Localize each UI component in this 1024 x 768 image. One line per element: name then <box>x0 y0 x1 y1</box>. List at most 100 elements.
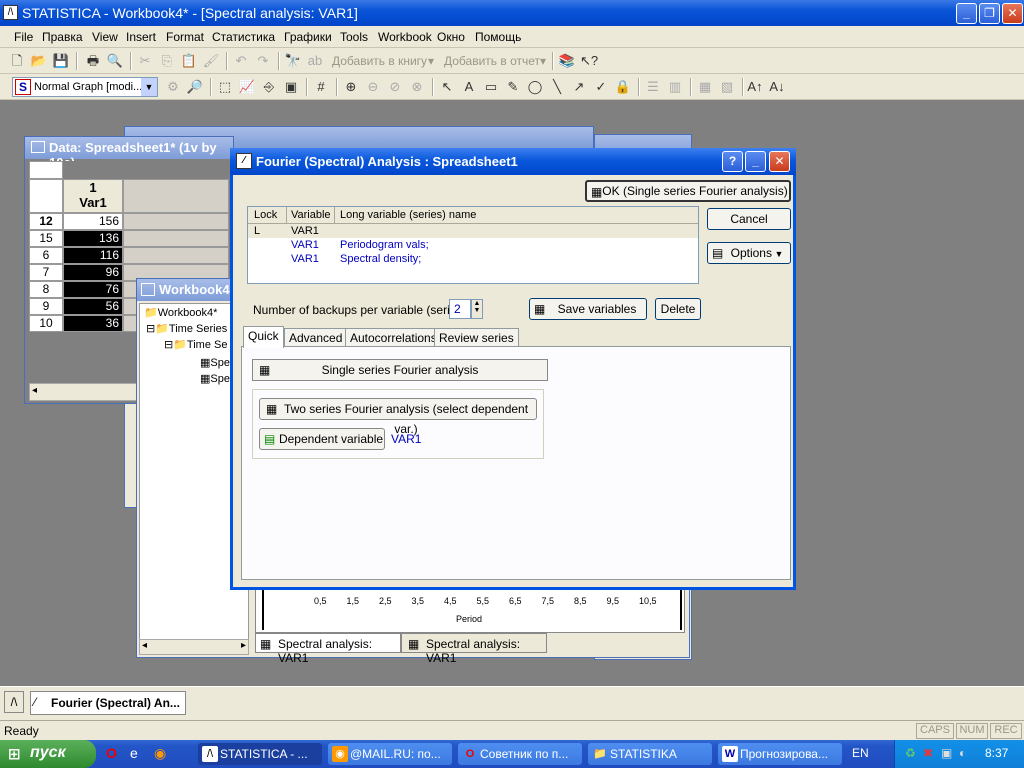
task-folder[interactable]: 📁 STATISTIKA <box>588 743 712 765</box>
task-opera[interactable]: O Советник по п... <box>458 743 582 765</box>
row-header[interactable]: 12 <box>29 213 63 230</box>
list-item[interactable]: VAR1 Periodogram vals; <box>248 238 698 252</box>
pointer-icon[interactable]: ↖ <box>438 78 456 96</box>
statistica-app-icon[interactable]: /\ <box>3 5 18 20</box>
tree-node-time-series[interactable]: ⊟📁Time Series <box>146 322 227 335</box>
two-series-button[interactable]: ▦ Two series Fourier analysis (select dep… <box>259 398 537 436</box>
task-word[interactable]: W Прогнозирова... <box>718 743 842 765</box>
book-icon[interactable]: 📚 <box>558 52 576 70</box>
list-item[interactable]: L VAR1 <box>248 224 698 238</box>
dialog-minimize-button[interactable]: _ <box>745 151 766 172</box>
row-header[interactable]: 7 <box>29 264 63 281</box>
cell-value[interactable]: 136 <box>63 230 123 247</box>
zoom-reset-icon[interactable]: ⊘ <box>386 78 404 96</box>
add-to-workbook-button[interactable]: Добавить в книгу <box>332 54 427 68</box>
text-tool-icon[interactable]: A <box>460 78 478 96</box>
variables-list[interactable]: Lock Variable Long variable (series) nam… <box>247 206 699 284</box>
save-icon[interactable]: 💾 <box>52 52 70 70</box>
find-icon[interactable]: 🔭 <box>284 52 302 70</box>
menu-insert[interactable]: Insert <box>126 30 156 44</box>
cell-value[interactable]: 76 <box>63 281 123 298</box>
menu-tools[interactable]: Tools <box>340 30 368 44</box>
task-statistica[interactable]: /\ STATISTICA - ... <box>198 743 322 765</box>
single-series-button[interactable]: ▦ Single series Fourier analysis <box>252 359 548 381</box>
explorer-icon[interactable]: e <box>130 745 138 761</box>
ungroup-icon[interactable]: ▧ <box>718 78 736 96</box>
font-smaller-icon[interactable]: A↓ <box>768 78 786 96</box>
cell-value[interactable]: 56 <box>63 298 123 315</box>
cell-value[interactable]: 116 <box>63 247 123 264</box>
tray-icon-2[interactable]: ✖ <box>923 746 933 760</box>
arrow-tool-icon[interactable]: ↗ <box>570 78 588 96</box>
start-button[interactable]: ⊞ пуск <box>0 740 96 768</box>
draw-tool-icon[interactable]: ✎ <box>504 78 522 96</box>
graph-select-icon[interactable]: ⬚ <box>216 78 234 96</box>
tab-review-series[interactable]: Review series <box>434 328 519 348</box>
print-preview-icon[interactable]: 🔍 <box>106 52 124 70</box>
tray-icon-3[interactable]: ▣ <box>941 746 952 760</box>
row-header[interactable]: 8 <box>29 281 63 298</box>
graph-link-icon[interactable]: ⎆ <box>260 78 278 96</box>
mdi-app-icon[interactable]: /\ <box>4 691 24 713</box>
cut-icon[interactable]: ✂ <box>136 52 154 70</box>
undo-icon[interactable]: ↶ <box>232 52 250 70</box>
row-header[interactable]: 9 <box>29 298 63 315</box>
redo-icon[interactable]: ↷ <box>254 52 272 70</box>
brush-icon[interactable]: ⚙ <box>164 78 182 96</box>
row-header[interactable]: 15 <box>29 230 63 247</box>
tray-icon-1[interactable]: ♻ <box>905 746 916 760</box>
tray-icon-4[interactable]: ◐ <box>959 746 966 760</box>
restore-button[interactable]: ❐ <box>979 3 1000 24</box>
print-icon[interactable]: 🖶 <box>84 52 102 70</box>
cell-value[interactable]: 156 <box>63 213 123 230</box>
new-icon[interactable]: 🗋 <box>8 52 26 70</box>
menu-edit[interactable]: Правка <box>42 30 83 44</box>
graph-data-icon[interactable]: 📈 <box>238 78 256 96</box>
menu-workbook[interactable]: Workbook <box>378 30 432 44</box>
options-button[interactable]: ▤ Options ▼ <box>707 242 791 264</box>
open-icon[interactable]: 📂 <box>30 52 48 70</box>
cancel-button[interactable]: Cancel <box>707 208 791 230</box>
task-mail[interactable]: ◉ @MAIL.RU: по... <box>328 743 452 765</box>
save-variables-button[interactable]: ▦ Save variables <box>529 298 647 320</box>
table-row[interactable]: 6 116 <box>29 247 229 264</box>
list-item[interactable]: VAR1 Spectral density; <box>248 252 698 266</box>
tree-scrollbar[interactable]: ◂ ▸ <box>139 639 249 655</box>
align-icon[interactable]: ☰ <box>644 78 662 96</box>
scroll-left-icon[interactable]: ◂ <box>142 640 147 651</box>
replace-icon[interactable]: ab <box>306 52 324 70</box>
menu-graphs[interactable]: Графики <box>284 30 332 44</box>
delete-button[interactable]: Delete <box>655 298 701 320</box>
firefox-icon[interactable]: ◉ <box>154 745 166 762</box>
format-painter-icon[interactable]: 🖌 <box>202 52 220 70</box>
dependent-variable-button[interactable]: ▤ Dependent variable <box>259 428 385 450</box>
dialog-help-button[interactable]: ? <box>722 151 743 172</box>
graph-options-icon[interactable]: ▣ <box>282 78 300 96</box>
add-to-report-button[interactable]: Добавить в отчет <box>444 54 540 68</box>
table-row[interactable]: 12 156 <box>29 213 229 230</box>
grid-icon[interactable]: # <box>312 78 330 96</box>
zoom-fit-icon[interactable]: ⊗ <box>408 78 426 96</box>
language-indicator[interactable]: EN <box>852 746 869 760</box>
zoom-in-icon[interactable]: ⊕ <box>342 78 360 96</box>
tree-node-root[interactable]: 📁Workbook4* <box>144 306 217 319</box>
column-header-var1[interactable]: 1 Var1 <box>63 179 123 213</box>
tree-node-time-series-sub[interactable]: ⊟📁Time Se <box>164 338 227 351</box>
cell-value[interactable]: 96 <box>63 264 123 281</box>
group-icon[interactable]: ▦ <box>696 78 714 96</box>
minimize-button[interactable]: _ <box>956 3 977 24</box>
copy-icon[interactable]: ⎘ <box>158 52 176 70</box>
zoom-out-icon[interactable]: ⊖ <box>364 78 382 96</box>
mdi-fourier-item[interactable]: ⁄ Fourier (Spectral) An... <box>30 691 186 715</box>
menu-help[interactable]: Помощь <box>475 30 521 44</box>
close-button[interactable]: ✕ <box>1002 3 1023 24</box>
distribute-icon[interactable]: ▥ <box>666 78 684 96</box>
lock-tool-icon[interactable]: 🔒 <box>614 78 632 96</box>
menu-file[interactable]: File <box>14 30 33 44</box>
opera-icon[interactable]: O <box>106 745 117 761</box>
zoom-icon[interactable]: 🔎 <box>186 78 204 96</box>
dialog-close-button[interactable]: ✕ <box>769 151 790 172</box>
check-tool-icon[interactable]: ✓ <box>592 78 610 96</box>
menu-statistics[interactable]: Статистика <box>212 30 275 44</box>
ellipse-tool-icon[interactable]: ◯ <box>526 78 544 96</box>
